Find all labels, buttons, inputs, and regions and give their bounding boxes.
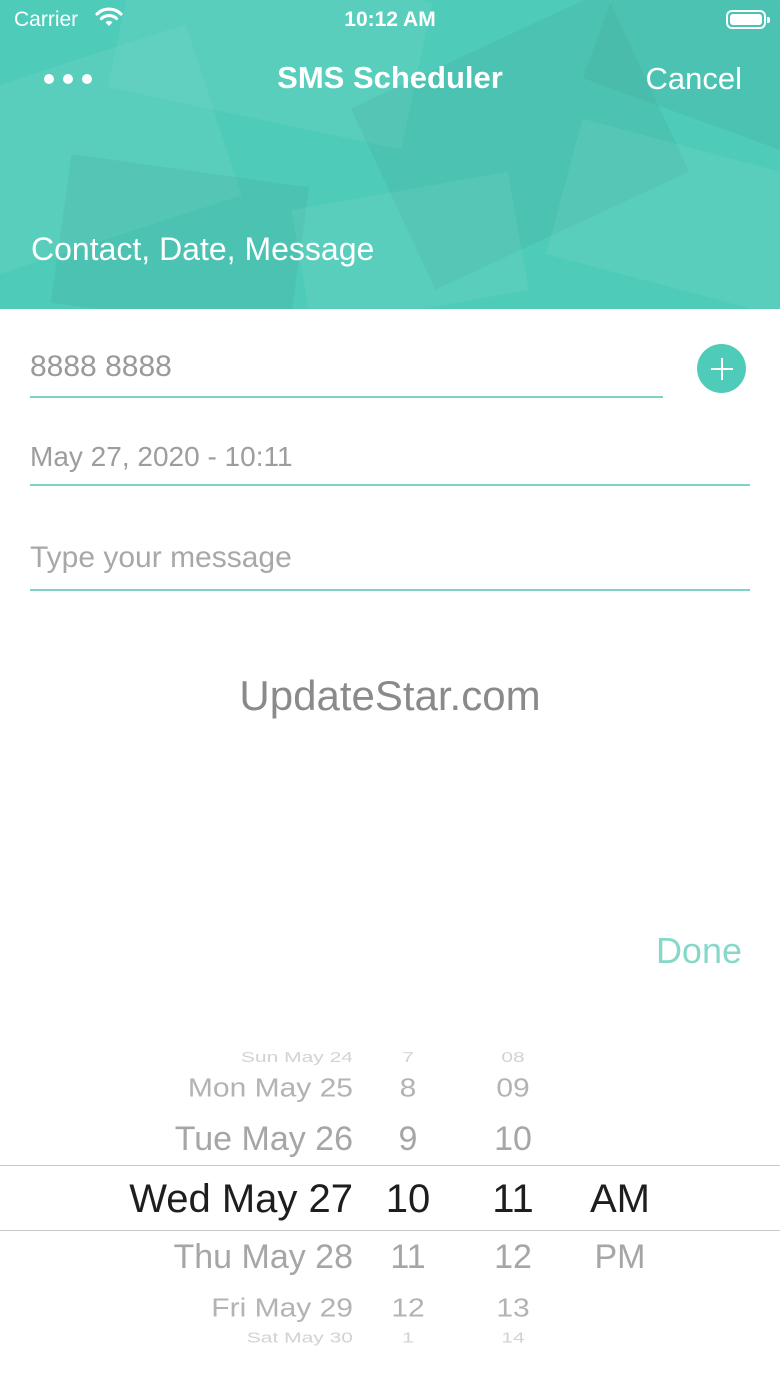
status-time: 10:12 AM (344, 8, 436, 31)
phone-field-container (30, 338, 663, 398)
watermark: UpdateStar.com (239, 672, 541, 719)
picker-hour-option[interactable]: 8 (368, 1074, 448, 1103)
picker-date-option[interactable]: Sat May 30 (60, 1330, 353, 1347)
date-field-container (30, 430, 750, 486)
date-time-input[interactable] (30, 430, 750, 484)
cancel-button[interactable]: Cancel (646, 61, 743, 97)
picker-minute-selected[interactable]: 11 (473, 1177, 553, 1222)
battery-icon (726, 10, 770, 29)
picker-hour-option[interactable]: 7 (368, 1049, 448, 1066)
message-input[interactable] (30, 527, 750, 589)
picker-hour-option[interactable]: 11 (368, 1238, 448, 1277)
message-field-container (30, 527, 750, 591)
phone-number-input[interactable] (30, 338, 663, 396)
picker-hour-selected[interactable]: 10 (368, 1177, 448, 1222)
picker-period-column[interactable]: AM PM (575, 1030, 665, 1370)
picker-date-option[interactable]: Mon May 25 (60, 1074, 353, 1103)
more-horizontal-icon[interactable] (44, 66, 98, 92)
date-time-picker[interactable]: Sun May 24 Mon May 25 Tue May 26 Wed May… (0, 1030, 780, 1370)
picker-period-selected[interactable]: AM (575, 1177, 665, 1222)
header: Carrier 10:12 AM SMS Scheduler Cancel Co… (0, 0, 780, 309)
picker-date-option[interactable]: Fri May 29 (60, 1294, 353, 1323)
picker-date-option[interactable]: Thu May 28 (60, 1238, 353, 1277)
picker-minute-option[interactable]: 14 (473, 1330, 553, 1347)
picker-minute-option[interactable]: 12 (473, 1238, 553, 1277)
picker-minute-option[interactable]: 10 (473, 1120, 553, 1159)
picker-date-selected[interactable]: Wed May 27 (60, 1177, 353, 1222)
picker-minute-option[interactable]: 09 (473, 1074, 553, 1103)
status-bar: Carrier 10:12 AM (0, 0, 780, 40)
done-button[interactable]: Done (656, 930, 742, 972)
picker-minute-option[interactable]: 08 (473, 1049, 553, 1066)
picker-minute-option[interactable]: 13 (473, 1294, 553, 1323)
picker-hour-column[interactable]: 7 8 9 10 11 12 1 (368, 1030, 448, 1370)
picker-date-column[interactable]: Sun May 24 Mon May 25 Tue May 26 Wed May… (60, 1030, 353, 1370)
picker-date-option[interactable]: Tue May 26 (60, 1120, 353, 1159)
picker-period-option[interactable]: PM (575, 1238, 665, 1277)
section-title: Contact, Date, Message (31, 231, 375, 267)
picker-hour-option[interactable]: 1 (368, 1330, 448, 1347)
add-contact-button[interactable] (697, 344, 746, 393)
picker-date-option[interactable]: Sun May 24 (60, 1049, 353, 1066)
picker-hour-option[interactable]: 12 (368, 1294, 448, 1323)
picker-minute-column[interactable]: 08 09 10 11 12 13 14 (473, 1030, 553, 1370)
picker-hour-option[interactable]: 9 (368, 1120, 448, 1159)
